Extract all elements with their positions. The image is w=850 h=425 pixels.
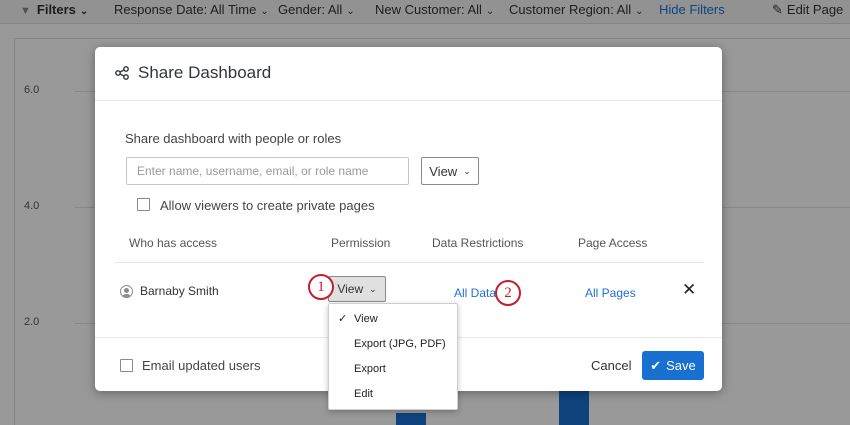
- avatar-icon: [120, 285, 133, 298]
- data-restrictions-link[interactable]: All Data: [454, 286, 496, 300]
- dialog-title: Share Dashboard: [138, 63, 272, 82]
- user-name: Barnaby Smith: [140, 284, 219, 298]
- column-data-restrictions: Data Restrictions: [432, 236, 524, 250]
- callout-marker-1: 1: [308, 274, 334, 300]
- callout-marker-2: 2: [495, 280, 521, 306]
- allow-private-pages-checkbox[interactable]: [137, 198, 150, 211]
- remove-user-icon[interactable]: ✕: [682, 281, 696, 298]
- check-icon: ✓: [338, 313, 348, 325]
- email-updated-users-label: Email updated users: [142, 358, 261, 373]
- column-who-has-access: Who has access: [129, 236, 218, 250]
- share-icon: [115, 66, 129, 80]
- column-page-access: Page Access: [578, 236, 648, 250]
- share-subtitle: Share dashboard with people or roles: [125, 131, 342, 146]
- table-divider: [115, 262, 704, 263]
- chevron-down-icon: ⌄: [369, 283, 377, 294]
- check-icon: ✔: [650, 357, 662, 373]
- share-search-input[interactable]: [126, 157, 409, 185]
- chevron-down-icon: ⌄: [463, 165, 471, 176]
- permission-select[interactable]: View ⌄: [328, 276, 386, 302]
- menu-item-export-jpg-pdf[interactable]: Export (JPG, PDF): [329, 333, 457, 358]
- column-permission: Permission: [331, 236, 391, 250]
- default-permission-select[interactable]: View ⌄: [421, 157, 479, 185]
- allow-private-pages-label: Allow viewers to create private pages: [160, 198, 375, 213]
- menu-item-edit[interactable]: Edit: [329, 383, 457, 408]
- email-updated-users-checkbox[interactable]: [120, 359, 133, 372]
- permission-dropdown-menu: ✓ View Export (JPG, PDF) Export Edit: [328, 303, 458, 410]
- save-button[interactable]: ✔ Save: [642, 351, 704, 380]
- dialog-header: Share Dashboard: [95, 47, 722, 101]
- menu-item-view[interactable]: ✓ View: [329, 308, 457, 333]
- menu-item-export[interactable]: Export: [329, 358, 457, 383]
- cancel-button[interactable]: Cancel: [591, 358, 631, 373]
- page-access-link[interactable]: All Pages: [585, 286, 636, 300]
